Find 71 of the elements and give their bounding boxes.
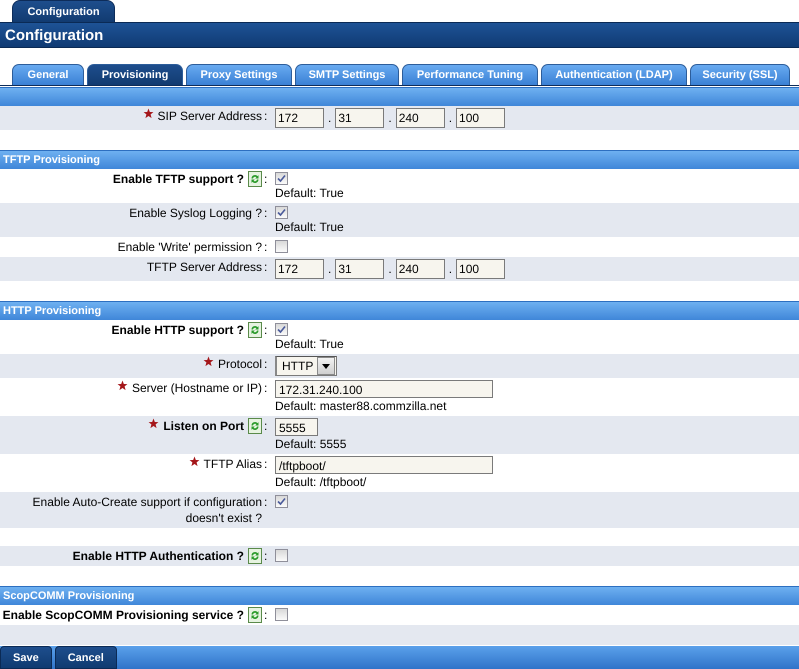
octet-separator: . [327, 261, 332, 277]
checkbox[interactable] [275, 495, 288, 508]
checkbox[interactable] [275, 608, 288, 621]
octet-field[interactable]: 31 [335, 108, 384, 128]
colon: : [264, 549, 268, 563]
colon: : [264, 419, 268, 433]
tab[interactable]: Provisioning [87, 64, 183, 85]
field-label: Enable ScopCOMM Provisioning service ? [2, 607, 244, 623]
octet-field[interactable]: 31 [335, 259, 384, 279]
default-hint: Default: master88.commzilla.net [275, 399, 446, 414]
colon: : [264, 109, 268, 123]
checkbox[interactable] [275, 323, 288, 336]
text-field[interactable]: 5555 [275, 418, 318, 436]
octet-separator: . [448, 261, 454, 277]
field-label: Enable Syslog Logging ? [129, 205, 262, 221]
field-label: Enable HTTP support ? [112, 322, 244, 338]
checkbox[interactable] [275, 206, 288, 219]
default-hint: Default: True [275, 337, 344, 352]
octet-field[interactable]: 172 [275, 108, 324, 128]
colon: : [264, 323, 268, 337]
checkbox[interactable] [275, 240, 288, 253]
octet-separator: . [387, 261, 393, 277]
default-hint: Default: /tftpboot/ [275, 475, 366, 490]
section-title: HTTP Provisioning [3, 305, 102, 317]
section-title: ScopCOMM Provisioning [3, 590, 134, 602]
field-label: Enable 'Write' permission ? [118, 239, 262, 255]
field-label: Enable HTTP Authentication ? [72, 548, 244, 564]
default-hint: Default: True [275, 186, 344, 201]
field-label: Enable TFTP support ? [112, 171, 244, 187]
colon: : [264, 357, 268, 371]
checkbox[interactable] [275, 172, 288, 185]
refresh-icon[interactable] [248, 418, 262, 434]
refresh-icon[interactable] [248, 607, 262, 623]
colon: : [264, 172, 268, 186]
field-label: TFTP Server Address [146, 259, 262, 275]
section-title: TFTP Provisioning [3, 154, 100, 166]
action-button[interactable]: Cancel [54, 646, 117, 669]
octet-field[interactable]: 240 [396, 108, 445, 128]
field-label: Protocol [218, 356, 262, 372]
action-button[interactable]: Save [0, 646, 52, 669]
colon: : [264, 381, 268, 395]
field-label: SIP Server Address [158, 108, 262, 124]
colon: : [264, 495, 268, 509]
refresh-icon[interactable] [248, 322, 262, 338]
caret-icon [322, 364, 330, 368]
top-tab[interactable]: Configuration [12, 0, 115, 22]
checkbox[interactable] [275, 549, 288, 562]
field-label: Enable Auto-Create support if configuration doesn't exist ? [32, 494, 262, 526]
field-label: Listen on Port [163, 418, 244, 434]
octet-field[interactable]: 240 [396, 259, 445, 279]
colon: : [264, 240, 268, 254]
refresh-icon[interactable] [248, 548, 262, 564]
octet-separator: . [448, 110, 454, 126]
octet-separator: . [387, 110, 393, 126]
text-field[interactable]: 172.31.240.100 [275, 380, 493, 398]
colon: : [264, 457, 268, 471]
octet-field[interactable]: 172 [275, 259, 324, 279]
page-title-bar: Configuration [0, 22, 799, 48]
colon: : [264, 608, 268, 622]
field-label: TFTP Alias [204, 456, 262, 472]
octet-separator: . [327, 110, 332, 126]
colon: : [264, 260, 268, 274]
octet-field[interactable]: 100 [456, 259, 506, 279]
field-label: Server (Hostname or IP) [132, 380, 262, 396]
octet-field[interactable]: 100 [456, 108, 506, 128]
text-field[interactable]: /tftpboot/ [275, 456, 493, 474]
default-hint: Default: 5555 [275, 437, 346, 452]
colon: : [264, 206, 268, 220]
protocol-dropdown[interactable]: HTTP [275, 356, 337, 376]
refresh-icon[interactable] [248, 171, 262, 187]
default-hint: Default: True [275, 220, 344, 235]
